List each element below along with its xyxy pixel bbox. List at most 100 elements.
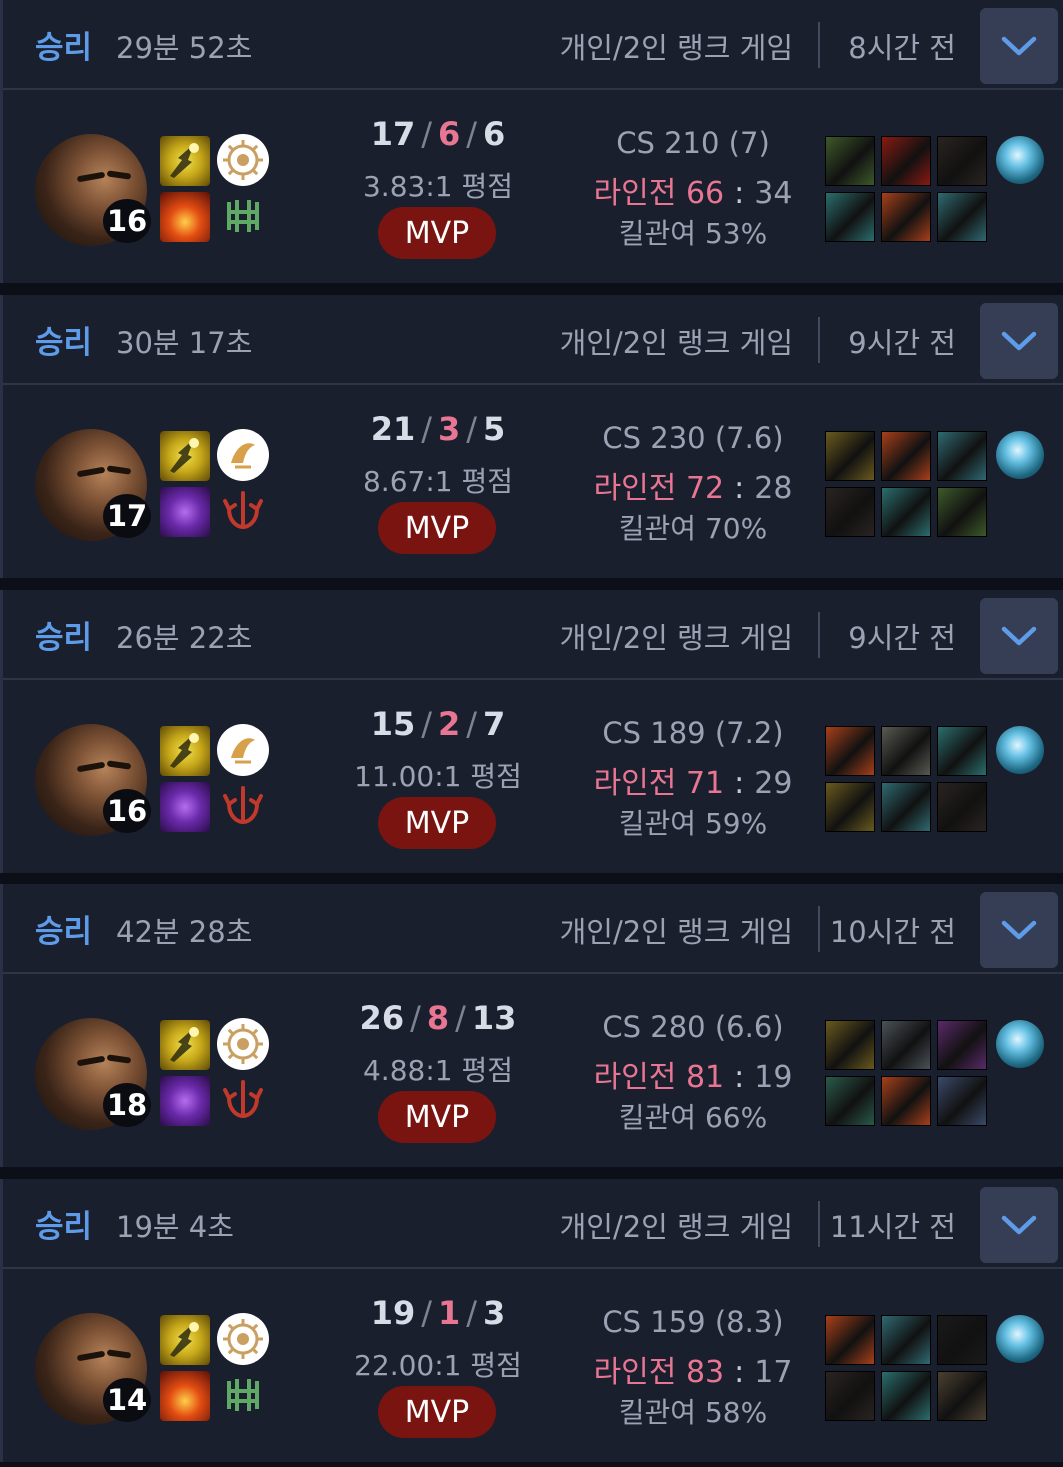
- domination-rune-icon[interactable]: [217, 485, 269, 537]
- flash-spell-icon[interactable]: [160, 431, 210, 481]
- expand-button[interactable]: [980, 8, 1058, 84]
- time-ago: 11시간 전: [829, 1210, 956, 1244]
- item-icon[interactable]: [825, 192, 875, 242]
- lane-label: 라인전 81: [593, 1060, 725, 1095]
- match-duration: 29분 52초: [116, 31, 253, 65]
- kda-separator: /: [466, 410, 478, 448]
- expand-button[interactable]: [980, 892, 1058, 968]
- item-icon[interactable]: [937, 726, 987, 776]
- item-icon[interactable]: [881, 136, 931, 186]
- lane-label: 라인전 83: [593, 1355, 725, 1390]
- item-icon[interactable]: [937, 1315, 987, 1365]
- lane-loss: 19: [754, 1060, 793, 1095]
- kda-line: 21/3/5: [293, 410, 583, 448]
- expand-button[interactable]: [980, 1187, 1058, 1263]
- assists: 5: [483, 410, 506, 448]
- trinket-icon[interactable]: [996, 1315, 1044, 1363]
- match-header: 승리 26분 22초 개인/2인 랭크 게임 9시간 전: [3, 590, 1063, 680]
- item-icon[interactable]: [825, 1020, 875, 1070]
- time-ago: 8시간 전: [848, 31, 956, 65]
- item-icon[interactable]: [937, 782, 987, 832]
- item-icon[interactable]: [937, 136, 987, 186]
- domination-rune-icon[interactable]: [217, 780, 269, 832]
- kda-line: 26/8/13: [293, 999, 583, 1037]
- lane-result: 라인전 83:17: [593, 1355, 793, 1390]
- item-icon[interactable]: [881, 431, 931, 481]
- trinket-icon[interactable]: [996, 1020, 1044, 1068]
- item-icon[interactable]: [937, 1076, 987, 1126]
- item-icon[interactable]: [881, 1076, 931, 1126]
- champion-level-badge: 18: [103, 1083, 151, 1127]
- assists: 7: [483, 705, 506, 743]
- item-icon[interactable]: [825, 431, 875, 481]
- item-icon[interactable]: [825, 487, 875, 537]
- item-icon[interactable]: [937, 1371, 987, 1421]
- chevron-down-icon: [1001, 36, 1037, 56]
- lane-loss: 34: [754, 176, 793, 211]
- lethal-tempo-rune-icon[interactable]: [217, 429, 269, 481]
- item-icon[interactable]: [937, 431, 987, 481]
- match-card[interactable]: 승리 26분 22초 개인/2인 랭크 게임 9시간 전 16 15/2/7 1…: [0, 590, 1063, 873]
- lethal-tempo-rune-icon[interactable]: [217, 724, 269, 776]
- mvp-badge: MVP: [378, 1386, 496, 1438]
- ignite-spell-icon[interactable]: [160, 1371, 210, 1421]
- match-card[interactable]: 승리 42분 28초 개인/2인 랭크 게임 10시간 전 18 26/8/13: [0, 884, 1063, 1167]
- item-icon[interactable]: [825, 726, 875, 776]
- item-icon[interactable]: [825, 1371, 875, 1421]
- match-card[interactable]: 승리 30분 17초 개인/2인 랭크 게임 9시간 전 17 21/3/5 8…: [0, 295, 1063, 578]
- expand-button[interactable]: [980, 598, 1058, 674]
- match-header: 승리 19분 4초 개인/2인 랭크 게임 11시간 전: [3, 1179, 1063, 1269]
- flash-spell-icon[interactable]: [160, 136, 210, 186]
- cs-stat: CS 280 (6.6): [602, 1010, 784, 1044]
- domination-rune-icon[interactable]: [217, 1074, 269, 1126]
- kda-separator: /: [466, 705, 478, 743]
- kills: 15: [370, 705, 416, 743]
- expand-button[interactable]: [980, 303, 1058, 379]
- conqueror-rune-icon[interactable]: [217, 134, 269, 186]
- item-icon[interactable]: [881, 192, 931, 242]
- lane-label: 라인전 72: [593, 471, 725, 506]
- flash-spell-icon[interactable]: [160, 726, 210, 776]
- item-icon[interactable]: [881, 1371, 931, 1421]
- item-icon[interactable]: [937, 1020, 987, 1070]
- kda-ratio: 8.67:1 평점: [362, 465, 513, 498]
- kda-separator: /: [421, 1294, 432, 1332]
- trinket-icon[interactable]: [996, 136, 1044, 184]
- lane-loss: 17: [754, 1355, 793, 1390]
- conqueror-rune-icon[interactable]: [217, 1313, 269, 1365]
- item-icon[interactable]: [825, 782, 875, 832]
- assists: 13: [471, 999, 517, 1037]
- flash-spell-icon[interactable]: [160, 1020, 210, 1070]
- item-icon[interactable]: [825, 1315, 875, 1365]
- cs-stat: CS 189 (7.2): [602, 716, 784, 750]
- queue-type: 개인/2인 랭크 게임: [559, 915, 793, 949]
- ignite-spell-icon[interactable]: [160, 192, 210, 242]
- item-icon[interactable]: [881, 1020, 931, 1070]
- exhaust-spell-icon[interactable]: [160, 487, 210, 537]
- conqueror-rune-icon[interactable]: [217, 1018, 269, 1070]
- queue-type: 개인/2인 랭크 게임: [559, 621, 793, 655]
- chevron-down-icon: [1001, 331, 1037, 351]
- item-icon[interactable]: [937, 192, 987, 242]
- kill-participation: 킬관여 66%: [618, 1101, 768, 1134]
- item-icon[interactable]: [881, 487, 931, 537]
- item-icon[interactable]: [881, 726, 931, 776]
- match-card[interactable]: 승리 19분 4초 개인/2인 랭크 게임 11시간 전 14 19/1/3 2…: [0, 1179, 1063, 1462]
- item-icon[interactable]: [825, 1076, 875, 1126]
- item-icon[interactable]: [825, 136, 875, 186]
- trinket-icon[interactable]: [996, 431, 1044, 479]
- item-icon[interactable]: [937, 487, 987, 537]
- exhaust-spell-icon[interactable]: [160, 782, 210, 832]
- resolve-rune-icon[interactable]: [217, 190, 269, 242]
- item-icon[interactable]: [881, 1315, 931, 1365]
- trinket-icon[interactable]: [996, 726, 1044, 774]
- flash-spell-icon[interactable]: [160, 1315, 210, 1365]
- resolve-rune-icon[interactable]: [217, 1369, 269, 1421]
- lane-result: 라인전 66:34: [593, 176, 793, 211]
- match-card[interactable]: 승리 29분 52초 개인/2인 랭크 게임 8시간 전 16 17/6/6 3…: [0, 0, 1063, 283]
- exhaust-spell-icon[interactable]: [160, 1076, 210, 1126]
- item-icon[interactable]: [881, 782, 931, 832]
- champion-level-badge: 14: [103, 1378, 151, 1422]
- match-header: 승리 42분 28초 개인/2인 랭크 게임 10시간 전: [3, 884, 1063, 974]
- cs-stat: CS 210 (7): [616, 126, 770, 160]
